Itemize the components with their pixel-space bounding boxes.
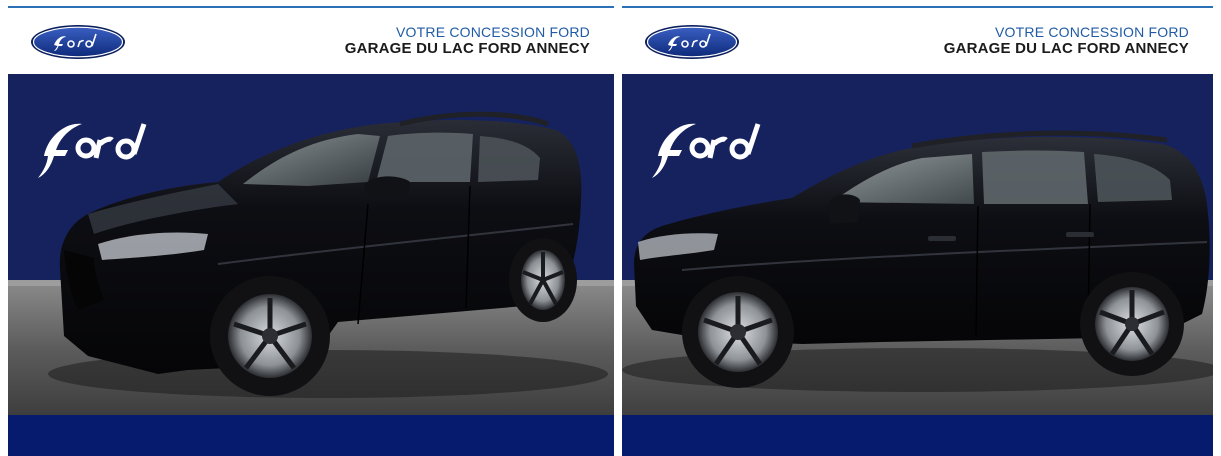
dealer-header: VOTRE CONCESSION FORD GARAGE DU LAC FORD… — [8, 8, 614, 74]
footer-band — [8, 415, 614, 456]
vehicle-photo-side-profile — [622, 74, 1213, 415]
ford-oval-logo-icon — [31, 25, 125, 59]
dealer-name: GARAGE DU LAC FORD ANNECY — [943, 40, 1189, 57]
ford-oval-logo-icon — [645, 25, 739, 59]
listing-image-1[interactable]: VOTRE CONCESSION FORD GARAGE DU LAC FORD… — [8, 0, 614, 456]
dealer-tagline: VOTRE CONCESSION FORD — [995, 24, 1189, 40]
vehicle-photo — [622, 74, 1213, 415]
vehicle-photo — [8, 74, 614, 415]
listing-image-2[interactable]: VOTRE CONCESSION FORD GARAGE DU LAC FORD… — [622, 0, 1213, 456]
dealer-name: GARAGE DU LAC FORD ANNECY — [344, 40, 590, 57]
dealer-tagline: VOTRE CONCESSION FORD — [396, 24, 590, 40]
footer-band — [622, 415, 1213, 456]
dealer-header: VOTRE CONCESSION FORD GARAGE DU LAC FORD… — [622, 8, 1213, 74]
vehicle-photo-three-quarter — [8, 74, 614, 415]
